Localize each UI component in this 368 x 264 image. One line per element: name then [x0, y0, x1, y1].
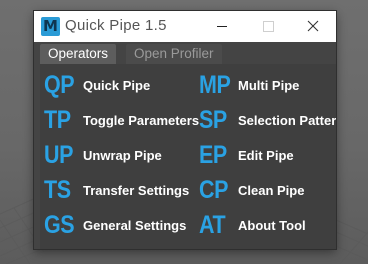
operator-label: Toggle Parameters	[83, 112, 200, 128]
operator-abbr: TP	[44, 105, 71, 134]
operator-abbr: UP	[44, 140, 74, 169]
minimize-button[interactable]	[200, 11, 244, 42]
clean-pipe-button[interactable]: CP Clean Pipe	[199, 175, 304, 205]
operator-abbr: TS	[44, 175, 71, 204]
operator-label: Multi Pipe	[238, 77, 300, 93]
close-button[interactable]	[291, 11, 335, 42]
operator-label: Clean Pipe	[238, 182, 305, 198]
operator-abbr: MP	[199, 70, 231, 99]
tab-bar: Operators Open Profiler	[34, 42, 336, 64]
maximize-button[interactable]	[246, 11, 290, 42]
operator-abbr: SP	[199, 105, 227, 134]
title-bar[interactable]: M Quick Pipe 1.5	[34, 11, 336, 42]
window-title: Quick Pipe 1.5	[65, 17, 167, 34]
app-logo-icon: M	[41, 17, 60, 36]
operator-label: General Settings	[83, 217, 187, 233]
toggle-parameters-button[interactable]: TP Toggle Parameters	[44, 105, 199, 135]
selection-pattern-button[interactable]: SP Selection Patterı	[199, 105, 336, 135]
operator-abbr: CP	[199, 175, 229, 204]
operator-label: Transfer Settings	[83, 182, 190, 198]
operator-label: Unwrap Pipe	[83, 147, 162, 163]
operator-abbr: EP	[199, 140, 227, 169]
operator-abbr: QP	[44, 70, 75, 99]
operator-abbr: GS	[44, 210, 75, 239]
about-tool-button[interactable]: AT About Tool	[199, 210, 306, 240]
maximize-icon	[263, 21, 274, 32]
tab-operators[interactable]: Operators	[40, 44, 117, 64]
quick-pipe-window: M Quick Pipe 1.5 Operators Open Profiler…	[34, 11, 336, 249]
operator-label: Selection Patterı	[238, 112, 336, 128]
quick-pipe-button[interactable]: QP Quick Pipe	[44, 70, 150, 100]
general-settings-button[interactable]: GS General Settings	[44, 210, 186, 240]
tab-open-profiler[interactable]: Open Profiler	[126, 44, 222, 64]
close-icon	[307, 20, 319, 32]
operator-label: About Tool	[238, 217, 306, 233]
operators-panel: QP Quick Pipe MP Multi Pipe TP Toggle Pa…	[40, 64, 336, 249]
operator-label: Edit Pipe	[238, 147, 294, 163]
minimize-icon	[217, 26, 227, 27]
edit-pipe-button[interactable]: EP Edit Pipe	[199, 140, 294, 170]
multi-pipe-button[interactable]: MP Multi Pipe	[199, 70, 299, 100]
operator-abbr: AT	[199, 210, 226, 239]
operator-label: Quick Pipe	[83, 77, 151, 93]
unwrap-pipe-button[interactable]: UP Unwrap Pipe	[44, 140, 162, 170]
transfer-settings-button[interactable]: TS Transfer Settings	[44, 175, 189, 205]
